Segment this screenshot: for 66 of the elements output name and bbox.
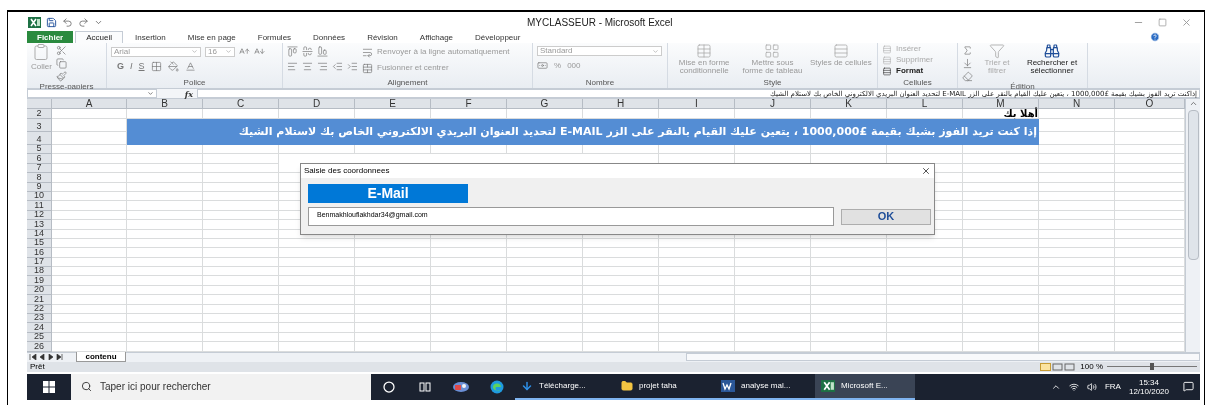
font-style-button[interactable]: G (117, 62, 124, 71)
taskbar-button[interactable]: projet taha (615, 373, 715, 400)
column-header[interactable]: O (1115, 99, 1185, 109)
row-header[interactable]: 13 (27, 220, 52, 230)
language-indicator[interactable]: FRA (1104, 380, 1121, 393)
column-header[interactable]: B (127, 99, 203, 109)
column-header[interactable]: L (887, 99, 963, 109)
column-header[interactable]: N (1039, 99, 1115, 109)
email-label: E-Mail (308, 184, 468, 203)
zoom-level[interactable]: 100 % (1080, 362, 1103, 371)
row-header[interactable]: 17 (27, 257, 52, 268)
row-header[interactable]: 21 (27, 295, 52, 305)
column-header[interactable]: G (507, 99, 583, 109)
cells-button[interactable]: Format (882, 66, 933, 76)
row-header[interactable]: 22 (27, 304, 52, 315)
ok-button[interactable]: OK (841, 208, 931, 225)
group-label: Cellules (902, 78, 933, 88)
group-label: Style (762, 78, 783, 88)
row-header[interactable]: 9 (27, 182, 52, 192)
group-label: Édition (1009, 82, 1035, 91)
group-label: Presse-papiers (38, 82, 95, 92)
group-label: Police (182, 78, 207, 88)
formula-icon[interactable]: fx (184, 89, 193, 98)
row-header[interactable]: 24 (27, 323, 52, 333)
column-header[interactable]: K (811, 99, 887, 109)
ribbon-tab[interactable]: Données (303, 31, 356, 43)
group-label: Nombre (584, 78, 616, 88)
search-placeholder: Taper ici pour rechercher (100, 380, 211, 395)
editing-button[interactable]: Rechercher et sélectionner (1021, 43, 1083, 75)
column-header[interactable]: E (355, 99, 431, 109)
row-header[interactable]: 14 (27, 229, 52, 239)
column-header[interactable]: J (735, 99, 811, 109)
ribbon-tab[interactable]: Révision (357, 31, 408, 43)
row-header[interactable]: 19 (27, 276, 52, 286)
ribbon-tab[interactable]: Accueil (75, 31, 124, 43)
font-style-button[interactable]: I (130, 62, 133, 71)
column-header[interactable]: D (279, 99, 355, 109)
window-title: MYCLASSEUR - Microsoft Excel (527, 15, 673, 30)
column-header[interactable]: C (203, 99, 279, 109)
ribbon-tab[interactable]: Formules (247, 31, 302, 43)
row-header[interactable]: 16 (27, 248, 52, 258)
group-label: Alignement (386, 78, 429, 88)
search-field[interactable]: Taper ici pour rechercher (71, 373, 371, 400)
row-header[interactable]: 3 (27, 119, 52, 132)
column-header[interactable]: F (431, 99, 507, 109)
banner-text: إذا كنت تريد الفوز بشيك بقيمة £1000,000 ، يتعين عليك القيام بالنقر على الزر E-MAIL لتحديد العنوان البريدي الالكتروني الخاص بك لاستلام الشيك (127, 119, 1039, 145)
row-header[interactable]: 4 (27, 132, 52, 145)
font-style-button[interactable]: S (138, 62, 145, 71)
ribbon-tab[interactable]: Mise en page (177, 31, 246, 43)
dialog-title: Saisie des coordonnees (304, 165, 390, 177)
taskbar-button[interactable]: Microsoft E... (815, 373, 915, 400)
ribbon-tab[interactable]: Développeur (465, 31, 531, 43)
row-header[interactable]: 11 (27, 201, 52, 211)
row-header[interactable]: 2 (27, 109, 52, 119)
status-text: Prêt (30, 362, 45, 371)
column-header[interactable]: H (583, 99, 659, 109)
ribbon-tab[interactable]: Affichage (409, 31, 464, 43)
row-header[interactable]: 8 (27, 173, 52, 183)
ribbon-tab[interactable]: Insertion (125, 31, 176, 43)
row-header[interactable]: 6 (27, 154, 52, 164)
column-header[interactable]: A (52, 99, 127, 109)
clock[interactable]: 15:34 12/10/2020 (1128, 377, 1169, 396)
column-header[interactable]: I (659, 99, 735, 109)
ribbon-tab[interactable]: Fichier (27, 31, 74, 43)
row-header[interactable]: 26 (27, 342, 52, 352)
taskbar-button[interactable]: Télécharge... (515, 373, 615, 400)
